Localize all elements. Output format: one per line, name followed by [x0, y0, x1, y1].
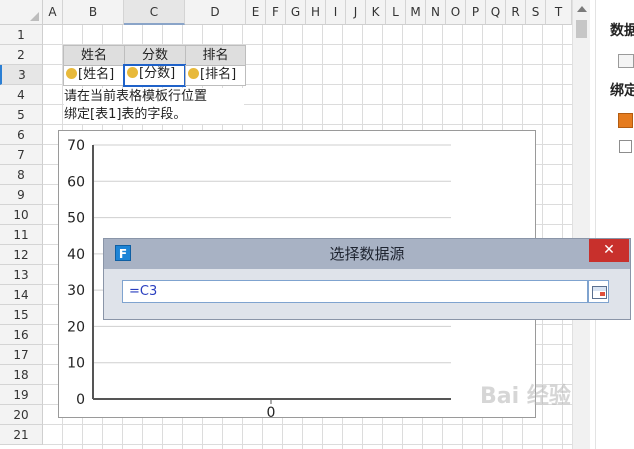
- y-tick-label: 30: [67, 283, 85, 299]
- row-header-13[interactable]: 13: [0, 265, 43, 285]
- column-header-m[interactable]: M: [406, 0, 426, 25]
- row-header-9[interactable]: 9: [0, 185, 43, 205]
- vertical-scrollbar[interactable]: [572, 0, 590, 449]
- row-header-18[interactable]: 18: [0, 365, 43, 385]
- column-header-k[interactable]: K: [366, 0, 386, 25]
- column-header-o[interactable]: O: [446, 0, 466, 25]
- row-header-3[interactable]: 3: [0, 65, 43, 85]
- row-header-12[interactable]: 12: [0, 245, 43, 265]
- scrollbar-thumb[interactable]: [576, 20, 587, 38]
- right-panel: 数据 绑定: [595, 0, 634, 449]
- cell-d3-text: [排名]: [200, 67, 237, 82]
- y-tick-label: 0: [76, 392, 85, 408]
- column-header-p[interactable]: P: [466, 0, 486, 25]
- row-header-20[interactable]: 20: [0, 405, 43, 425]
- watermark: Bai 经验: [480, 384, 571, 409]
- cell-c3-text: [分数]: [139, 66, 176, 81]
- row-header-7[interactable]: 7: [0, 145, 43, 165]
- select-all-corner[interactable]: [0, 0, 43, 25]
- column-header-i[interactable]: I: [326, 0, 346, 25]
- column-header-a[interactable]: A: [43, 0, 63, 25]
- cell-b2[interactable]: 姓名: [63, 45, 125, 66]
- row-header-11[interactable]: 11: [0, 225, 43, 245]
- dialog-titlebar[interactable]: 选择数据源 F ✕: [104, 239, 630, 269]
- column-header-l[interactable]: L: [386, 0, 406, 25]
- range-picker-button[interactable]: [588, 280, 609, 303]
- column-header-d[interactable]: D: [185, 0, 246, 25]
- cell-c3[interactable]: [分数]: [123, 64, 186, 87]
- column-header-t[interactable]: T: [546, 0, 572, 25]
- row-header-4[interactable]: 4: [0, 85, 43, 105]
- dialog-close-button[interactable]: ✕: [589, 239, 629, 262]
- cell-c2[interactable]: 分数: [124, 45, 186, 66]
- row-header-15[interactable]: 15: [0, 305, 43, 325]
- y-tick-label: 20: [67, 319, 85, 335]
- y-tick-label: 10: [67, 356, 85, 372]
- row-header-10[interactable]: 10: [0, 205, 43, 225]
- y-tick-label: 40: [67, 247, 85, 263]
- column-header-g[interactable]: G: [286, 0, 306, 25]
- template-note-line1: 请在当前表格模板行位置: [64, 89, 208, 104]
- row-header-2[interactable]: 2: [0, 45, 43, 65]
- column-header-e[interactable]: E: [246, 0, 266, 25]
- column-header-j[interactable]: J: [346, 0, 366, 25]
- row-header-17[interactable]: 17: [0, 345, 43, 365]
- row-header-6[interactable]: 6: [0, 125, 43, 145]
- row-header-16[interactable]: 16: [0, 325, 43, 345]
- datasource-input[interactable]: =C3: [122, 280, 588, 303]
- option-checkbox[interactable]: [619, 140, 632, 153]
- field-key-icon: [127, 67, 138, 78]
- scroll-up-arrow-icon[interactable]: [577, 6, 587, 12]
- app-logo-icon: F: [115, 245, 131, 261]
- column-header-n[interactable]: N: [426, 0, 446, 25]
- column-header-h[interactable]: H: [306, 0, 326, 25]
- x-tick-label: 0: [267, 405, 276, 419]
- data-section-title: 数据: [610, 23, 634, 39]
- cell-d3[interactable]: [排名]: [185, 65, 246, 86]
- row-header-19[interactable]: 19: [0, 385, 43, 405]
- select-all-triangle-icon: [30, 12, 39, 21]
- y-tick-label: 50: [67, 211, 85, 227]
- dataset-icon[interactable]: [618, 54, 634, 68]
- field-key-icon: [188, 68, 199, 79]
- cell-b3-text: [姓名]: [78, 67, 115, 82]
- field-key-icon: [66, 68, 77, 79]
- bind-section-title: 绑定: [610, 83, 634, 99]
- column-header-s[interactable]: S: [526, 0, 546, 25]
- column-header-c[interactable]: C: [124, 0, 185, 25]
- row-header-21[interactable]: 21: [0, 425, 43, 445]
- row-header-5[interactable]: 5: [0, 105, 43, 125]
- dialog-title: 选择数据源: [329, 245, 405, 263]
- row-header-14[interactable]: 14: [0, 285, 43, 305]
- row-header-8[interactable]: 8: [0, 165, 43, 185]
- cell-d2[interactable]: 排名: [185, 45, 246, 66]
- template-note: 请在当前表格模板行位置 绑定[表1]表的字段。: [64, 88, 244, 124]
- table-field-icon[interactable]: [618, 113, 633, 128]
- column-header-f[interactable]: F: [266, 0, 286, 25]
- y-tick-label: 60: [67, 174, 85, 190]
- row-header-1[interactable]: 1: [0, 25, 43, 45]
- column-header-b[interactable]: B: [63, 0, 124, 25]
- cell-b3[interactable]: [姓名]: [63, 65, 125, 86]
- column-header-q[interactable]: Q: [486, 0, 506, 25]
- column-header-r[interactable]: R: [506, 0, 526, 25]
- select-datasource-dialog: 选择数据源 F ✕ =C3: [103, 238, 631, 320]
- y-tick-label: 70: [67, 138, 85, 154]
- range-picker-icon: [592, 286, 607, 299]
- template-note-line2: 绑定[表1]表的字段。: [64, 107, 187, 122]
